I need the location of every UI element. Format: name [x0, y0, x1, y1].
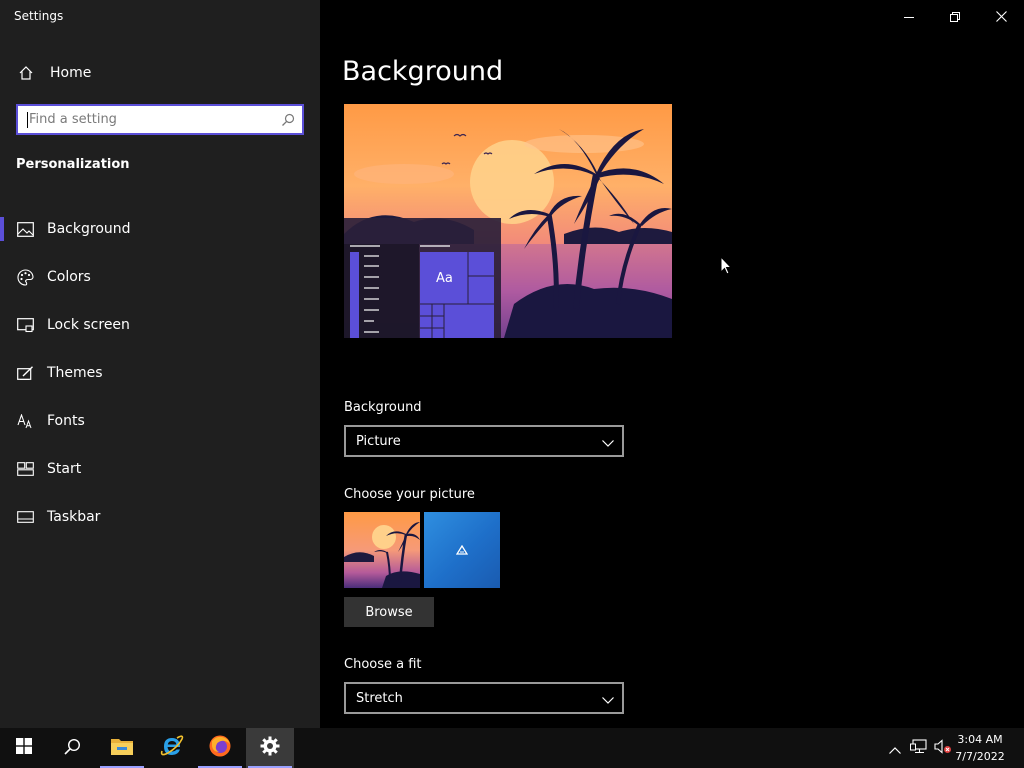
- background-type-dropdown[interactable]: Picture: [344, 425, 624, 457]
- firefox-button[interactable]: [196, 728, 244, 768]
- sidebar-item-fonts[interactable]: Fonts: [0, 397, 320, 445]
- text-caret: [27, 111, 28, 128]
- palm-sunset-thumbnail-image: [344, 512, 420, 588]
- wallpaper-preview-image: [344, 104, 672, 338]
- choose-picture-label: Choose your picture: [344, 487, 475, 502]
- internet-explorer-button[interactable]: [148, 728, 196, 768]
- lock-screen-icon: [16, 316, 34, 334]
- internet-explorer-icon: [160, 735, 184, 761]
- picture-icon: [16, 220, 34, 238]
- clock-date: 7/7/2022: [955, 750, 1005, 763]
- restore-button[interactable]: [932, 0, 978, 32]
- sidebar-item-label: Fonts: [47, 413, 85, 429]
- search-icon: [63, 738, 81, 759]
- sidebar-item-label: Themes: [47, 365, 103, 381]
- sidebar: Settings Home Personalization Background…: [0, 0, 320, 728]
- window-controls: [886, 0, 1024, 32]
- taskbar-search-button[interactable]: [48, 728, 96, 768]
- app-title: Settings: [14, 9, 64, 23]
- firefox-icon: [208, 734, 232, 762]
- search-icon[interactable]: [280, 112, 296, 128]
- picture-thumbnail-palm-sunset[interactable]: [344, 512, 420, 588]
- section-title: Personalization: [16, 157, 130, 172]
- taskbar-icon: [16, 508, 34, 526]
- windows-light-icon: [456, 545, 468, 555]
- search-input[interactable]: [29, 112, 280, 127]
- background-type-label: Background: [344, 400, 422, 415]
- home-icon: [16, 63, 36, 83]
- file-explorer-icon: [110, 736, 134, 760]
- choose-fit-value: Stretch: [356, 690, 403, 706]
- sidebar-item-label: Colors: [47, 269, 91, 285]
- taskbar-clock[interactable]: 3:04 AM 7/7/2022: [950, 731, 1010, 765]
- search-box[interactable]: [16, 104, 304, 135]
- sidebar-item-start[interactable]: Start: [0, 445, 320, 493]
- fonts-icon: [16, 412, 34, 430]
- sidebar-item-taskbar[interactable]: Taskbar: [0, 493, 320, 541]
- start-icon: [16, 460, 34, 478]
- sidebar-item-label: Background: [47, 221, 131, 237]
- chevron-down-icon: [602, 432, 614, 451]
- picture-thumbnail-blue[interactable]: [424, 512, 500, 588]
- windows-start-icon: [16, 738, 32, 758]
- background-type-value: Picture: [356, 433, 401, 449]
- sidebar-item-colors[interactable]: Colors: [0, 253, 320, 301]
- sidebar-item-background[interactable]: Background: [0, 205, 320, 253]
- page-title: Background: [342, 56, 504, 87]
- choose-fit-dropdown[interactable]: Stretch: [344, 682, 624, 714]
- themes-icon: [16, 364, 34, 382]
- home-label: Home: [50, 65, 92, 81]
- sidebar-item-label: Taskbar: [47, 509, 101, 525]
- settings-gear-icon: [260, 736, 280, 760]
- network-button[interactable]: [907, 728, 931, 768]
- mouse-pointer-icon: [720, 255, 733, 279]
- nav-list: Background Colors Lock screen Themes Fon…: [0, 205, 320, 541]
- home-nav-item[interactable]: Home: [16, 62, 91, 84]
- restore-icon: [950, 7, 960, 26]
- show-hidden-icons-button[interactable]: [884, 728, 906, 768]
- start-button[interactable]: [0, 728, 48, 768]
- desktop-preview: Aa: [344, 104, 672, 338]
- close-button[interactable]: [978, 0, 1024, 32]
- taskbar: 3:04 AM 7/7/2022: [0, 728, 1024, 768]
- palette-icon: [16, 268, 34, 286]
- minimize-button[interactable]: [886, 0, 932, 32]
- network-icon: [910, 738, 928, 758]
- browse-button[interactable]: Browse: [344, 597, 434, 627]
- chevron-up-icon: [889, 739, 901, 758]
- chevron-down-icon: [602, 689, 614, 708]
- close-icon: [995, 7, 1007, 26]
- file-explorer-button[interactable]: [98, 728, 146, 768]
- sidebar-item-label: Lock screen: [47, 317, 130, 333]
- picture-thumbnails: [344, 512, 504, 588]
- sidebar-item-label: Start: [47, 461, 82, 477]
- minimize-icon: [904, 7, 914, 26]
- sidebar-item-lock-screen[interactable]: Lock screen: [0, 301, 320, 349]
- choose-fit-label: Choose a fit: [344, 657, 422, 672]
- clock-time: 3:04 AM: [957, 733, 1003, 746]
- preview-sample-text: Aa: [436, 271, 453, 286]
- sidebar-item-themes[interactable]: Themes: [0, 349, 320, 397]
- settings-taskbar-button[interactable]: [246, 728, 294, 768]
